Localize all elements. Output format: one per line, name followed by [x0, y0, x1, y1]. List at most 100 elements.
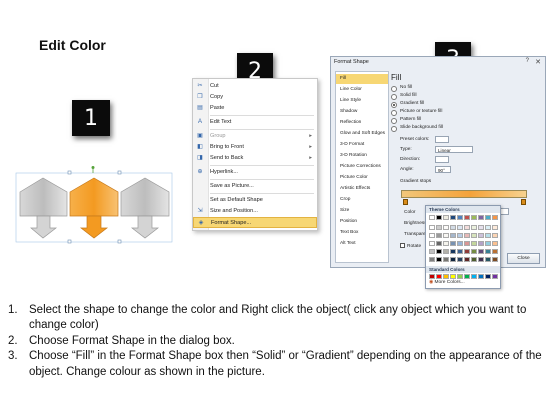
theme-color-swatch[interactable] [436, 241, 442, 246]
theme-color-swatch[interactable] [429, 225, 435, 230]
theme-color-swatch[interactable] [485, 233, 491, 238]
preset-colors-dropdown[interactable] [435, 136, 449, 143]
theme-color-swatch[interactable] [492, 257, 498, 262]
theme-color-swatch[interactable] [443, 241, 449, 246]
theme-color-swatch[interactable] [443, 257, 449, 262]
nav-item-artistic-effects[interactable]: Artistic Effects [336, 184, 388, 194]
theme-color-swatch[interactable] [492, 225, 498, 230]
theme-color-swatch[interactable] [443, 215, 449, 220]
radio-no-fill[interactable]: No fill [391, 85, 521, 92]
menu-item-copy[interactable]: ❐ Copy [193, 92, 317, 103]
nav-item-line-style[interactable]: Line Style [336, 96, 388, 106]
theme-color-swatch[interactable] [457, 215, 463, 220]
standard-color-swatch[interactable] [429, 274, 435, 279]
theme-color-swatch[interactable] [492, 249, 498, 254]
menu-item-hyperlink[interactable]: ⊕ Hyperlink... [193, 167, 317, 178]
menu-item-cut[interactable]: ✂ Cut [193, 81, 317, 92]
nav-item-line-color[interactable]: Line Color [336, 85, 388, 95]
theme-color-swatch[interactable] [429, 215, 435, 220]
theme-color-swatch[interactable] [443, 225, 449, 230]
menu-item-save-as-picture[interactable]: Save as Picture... [193, 181, 317, 192]
nav-item-shadow[interactable]: Shadow [336, 107, 388, 117]
theme-color-swatch[interactable] [457, 249, 463, 254]
nav-item-picture-corrections[interactable]: Picture Corrections [336, 162, 388, 172]
nav-item-alt-text[interactable]: Alt Text [336, 239, 388, 249]
standard-color-swatch[interactable] [478, 274, 484, 279]
theme-color-swatch[interactable] [464, 225, 470, 230]
standard-color-swatch[interactable] [436, 274, 442, 279]
radio-circle[interactable] [391, 118, 397, 124]
menu-item-group[interactable]: ▣ Group ▸ [193, 131, 317, 142]
radio-solid-fill[interactable]: Solid fill [391, 93, 521, 100]
type-select[interactable]: Linear [435, 146, 473, 153]
theme-color-swatch[interactable] [450, 215, 456, 220]
arrow-shapes-group[interactable] [14, 166, 174, 246]
theme-color-swatch[interactable] [429, 257, 435, 262]
theme-color-swatch[interactable] [478, 241, 484, 246]
theme-color-swatch[interactable] [478, 257, 484, 262]
radio-circle-selected[interactable] [391, 102, 397, 108]
theme-color-swatch[interactable] [464, 241, 470, 246]
theme-color-swatch[interactable] [485, 241, 491, 246]
nav-item-glow[interactable]: Glow and Soft Edges [336, 129, 388, 139]
nav-item-size[interactable]: Size [336, 206, 388, 216]
theme-color-swatch[interactable] [464, 233, 470, 238]
menu-item-paste[interactable]: ▤ Paste [193, 103, 317, 114]
gradient-stop-handle[interactable] [403, 199, 408, 205]
standard-color-swatch[interactable] [492, 274, 498, 279]
shape-center-selected[interactable] [69, 177, 119, 239]
theme-color-swatch[interactable] [464, 257, 470, 262]
theme-color-swatch[interactable] [436, 257, 442, 262]
theme-color-swatch[interactable] [478, 215, 484, 220]
standard-color-swatch[interactable] [457, 274, 463, 279]
theme-color-swatch[interactable] [457, 225, 463, 230]
theme-color-swatch[interactable] [485, 257, 491, 262]
standard-color-swatch[interactable] [485, 274, 491, 279]
menu-item-edit-text[interactable]: A Edit Text [193, 117, 317, 128]
theme-color-swatch[interactable] [436, 215, 442, 220]
theme-color-swatch[interactable] [485, 215, 491, 220]
theme-color-swatch[interactable] [471, 257, 477, 262]
radio-circle[interactable] [391, 126, 397, 132]
nav-item-fill[interactable]: Fill [336, 74, 388, 84]
close-button[interactable]: Close [507, 253, 540, 264]
nav-item-reflection[interactable]: Reflection [336, 118, 388, 128]
menu-item-bring-to-front[interactable]: ◧ Bring to Front ▸ [193, 142, 317, 153]
theme-color-swatch[interactable] [429, 249, 435, 254]
theme-color-swatch[interactable] [492, 233, 498, 238]
theme-color-swatch[interactable] [450, 233, 456, 238]
nav-item-picture-color[interactable]: Picture Color [336, 173, 388, 183]
theme-color-swatch[interactable] [450, 241, 456, 246]
theme-color-swatch[interactable] [450, 257, 456, 262]
theme-color-swatch[interactable] [429, 233, 435, 238]
direction-dropdown[interactable] [435, 156, 449, 163]
rotate-with-shape-checkbox[interactable]: Rotate [400, 243, 421, 249]
shape-right[interactable] [120, 177, 170, 239]
standard-color-swatch[interactable] [471, 274, 477, 279]
theme-color-swatch[interactable] [457, 241, 463, 246]
shape-left[interactable] [19, 177, 68, 239]
theme-color-swatch[interactable] [443, 249, 449, 254]
standard-color-swatch[interactable] [443, 274, 449, 279]
theme-color-swatch[interactable] [471, 215, 477, 220]
theme-color-swatch[interactable] [492, 215, 498, 220]
theme-color-swatch[interactable] [471, 233, 477, 238]
theme-color-swatch[interactable] [478, 233, 484, 238]
theme-color-swatch[interactable] [464, 249, 470, 254]
theme-color-swatch[interactable] [471, 225, 477, 230]
standard-color-swatch[interactable] [464, 274, 470, 279]
radio-pattern-fill[interactable]: Pattern fill [391, 117, 521, 124]
radio-slide-background-fill[interactable]: Slide background fill [391, 125, 521, 132]
theme-color-swatch[interactable] [436, 249, 442, 254]
nav-item-3d-rotation[interactable]: 3-D Rotation [336, 151, 388, 161]
theme-color-swatch[interactable] [457, 233, 463, 238]
radio-circle[interactable] [391, 86, 397, 92]
menu-item-size-and-position[interactable]: ⇲ Size and Position... [193, 206, 317, 217]
theme-color-swatch[interactable] [478, 225, 484, 230]
menu-item-send-to-back[interactable]: ◨ Send to Back ▸ [193, 153, 317, 164]
gradient-stop-handle[interactable] [521, 199, 526, 205]
close-icon[interactable]: ✕ [535, 58, 541, 66]
angle-input[interactable]: 90° [435, 166, 451, 173]
theme-color-swatch[interactable] [436, 225, 442, 230]
theme-color-swatch[interactable] [443, 233, 449, 238]
